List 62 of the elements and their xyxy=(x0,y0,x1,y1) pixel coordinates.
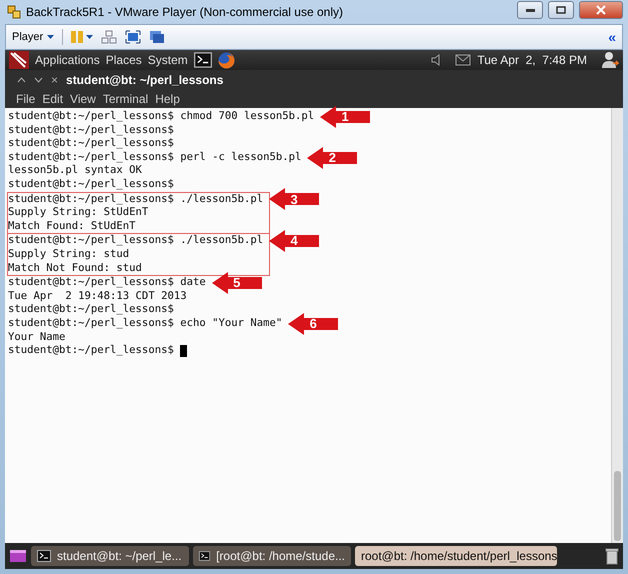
terminal-line: Tue Apr 2 19:48:13 CDT 2013 xyxy=(8,290,187,304)
minimize-icon xyxy=(526,8,534,12)
minimize-button[interactable] xyxy=(517,1,543,19)
taskbar-button[interactable]: student@bt: ~/perl_le... xyxy=(31,546,189,566)
terminal-line: Match Found: StUdEnT xyxy=(8,220,136,234)
close-button[interactable] xyxy=(579,1,623,19)
caret-icon xyxy=(47,35,54,39)
callout-arrow: 4 xyxy=(269,230,320,252)
terminal-title: student@bt: ~/perl_lessons xyxy=(66,73,224,87)
terminal-line: Your Name xyxy=(8,330,66,344)
speaker-icon[interactable] xyxy=(431,54,442,66)
terminal-line: student@bt:~/perl_lessons$ xyxy=(8,137,174,151)
terminal-line: Supply String: stud xyxy=(8,248,130,262)
terminal-line: student@bt:~/perl_lessons$ ./lesson5b.pl xyxy=(8,234,264,248)
callout-arrow: 2 xyxy=(307,146,358,169)
terminal-line: lesson5b.pl syntax OK xyxy=(8,164,142,178)
menu-item[interactable]: Edit xyxy=(42,92,64,106)
scrollbar[interactable] xyxy=(611,108,623,543)
maximize-icon xyxy=(556,6,566,14)
terminal-line: student@bt:~/perl_lessons$ perl -c lesson5b.pl xyxy=(8,150,302,164)
pause-button[interactable] xyxy=(71,30,94,44)
terminal-line: student@bt:~/perl_lessons$ echo "Your Name" xyxy=(8,316,282,330)
terminal-line: Supply String: StUdEnT xyxy=(8,206,148,220)
callout-arrow: 3 xyxy=(269,188,320,210)
callout-arrow: 6 xyxy=(288,312,338,335)
panel-menu[interactable]: Applications xyxy=(35,53,100,67)
taskbar-button[interactable]: root@bt: /home/student/perl_lessons xyxy=(355,546,557,566)
trash-icon[interactable] xyxy=(605,547,619,565)
terminal-line: student@bt:~/perl_lessons$ xyxy=(8,124,174,138)
browser-icon[interactable] xyxy=(218,52,235,68)
close-tab-button[interactable]: × xyxy=(51,73,58,87)
up-icon[interactable] xyxy=(17,77,26,83)
terminal-line: Match Not Found: stud xyxy=(8,262,142,276)
callout-arrow: 1 xyxy=(320,106,370,128)
mail-icon[interactable] xyxy=(455,54,472,66)
panel-clock[interactable]: Tue Apr 2, 7:48 PM xyxy=(477,53,587,67)
terminal-launcher-icon xyxy=(194,52,212,68)
panel-menu[interactable]: System xyxy=(148,53,188,67)
app-icon xyxy=(7,5,21,19)
terminal-line: student@bt:~/perl_lessons$ ./lesson5b.pl xyxy=(8,192,264,206)
user-icon[interactable] xyxy=(601,51,619,69)
menu-item[interactable]: File xyxy=(16,92,36,106)
terminal-line: student@bt:~/perl_lessons$ chmod 700 lesson5b.pl xyxy=(8,110,314,124)
menu-item[interactable]: View xyxy=(70,92,96,106)
callout-arrow: 5 xyxy=(212,272,262,294)
taskbar-button[interactable]: [root@bt: /home/stude... xyxy=(193,546,351,566)
down-icon[interactable] xyxy=(34,77,43,83)
close-icon xyxy=(596,5,606,15)
panel-menu[interactable]: Places xyxy=(106,53,142,67)
player-menu[interactable]: Player xyxy=(12,31,54,43)
terminal-line: student@bt:~/perl_lessons$ date xyxy=(8,276,206,290)
terminal-line: student@bt:~/perl_lessons$ xyxy=(8,303,174,317)
menu-item[interactable]: Terminal xyxy=(102,92,148,106)
window-title: BackTrack5R1 - VMware Player (Non-commercial use only) xyxy=(26,5,344,19)
terminal-line: student@bt:~/perl_lessons$ xyxy=(8,178,174,192)
menu-item[interactable]: Help xyxy=(155,92,180,106)
fullscreen-icon[interactable] xyxy=(125,30,142,44)
collapse-button[interactable]: « xyxy=(608,29,616,45)
maximize-button[interactable] xyxy=(548,1,574,19)
show-desktop-icon[interactable] xyxy=(9,549,27,563)
terminal-line: student@bt:~/perl_lessons$ xyxy=(8,344,174,358)
network-icon[interactable] xyxy=(101,30,118,44)
